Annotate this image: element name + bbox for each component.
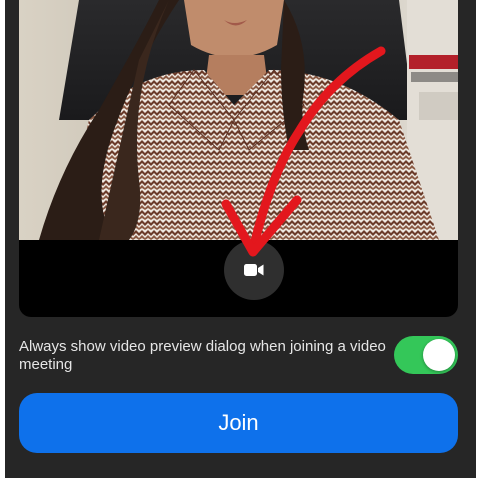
video-preview-toggle[interactable] bbox=[394, 336, 458, 374]
video-camera-icon bbox=[244, 264, 264, 276]
camera-feed-image bbox=[19, 0, 458, 240]
video-preview-screen: Always show video preview dialog when jo… bbox=[5, 0, 476, 478]
camera-toggle-button[interactable] bbox=[224, 240, 284, 300]
toggle-knob bbox=[423, 339, 455, 371]
video-preview-preference-label: Always show video preview dialog when jo… bbox=[19, 338, 386, 373]
video-preview-panel bbox=[19, 0, 458, 317]
video-preview-preference-row: Always show video preview dialog when jo… bbox=[19, 336, 458, 376]
join-button[interactable]: Join bbox=[19, 393, 458, 453]
